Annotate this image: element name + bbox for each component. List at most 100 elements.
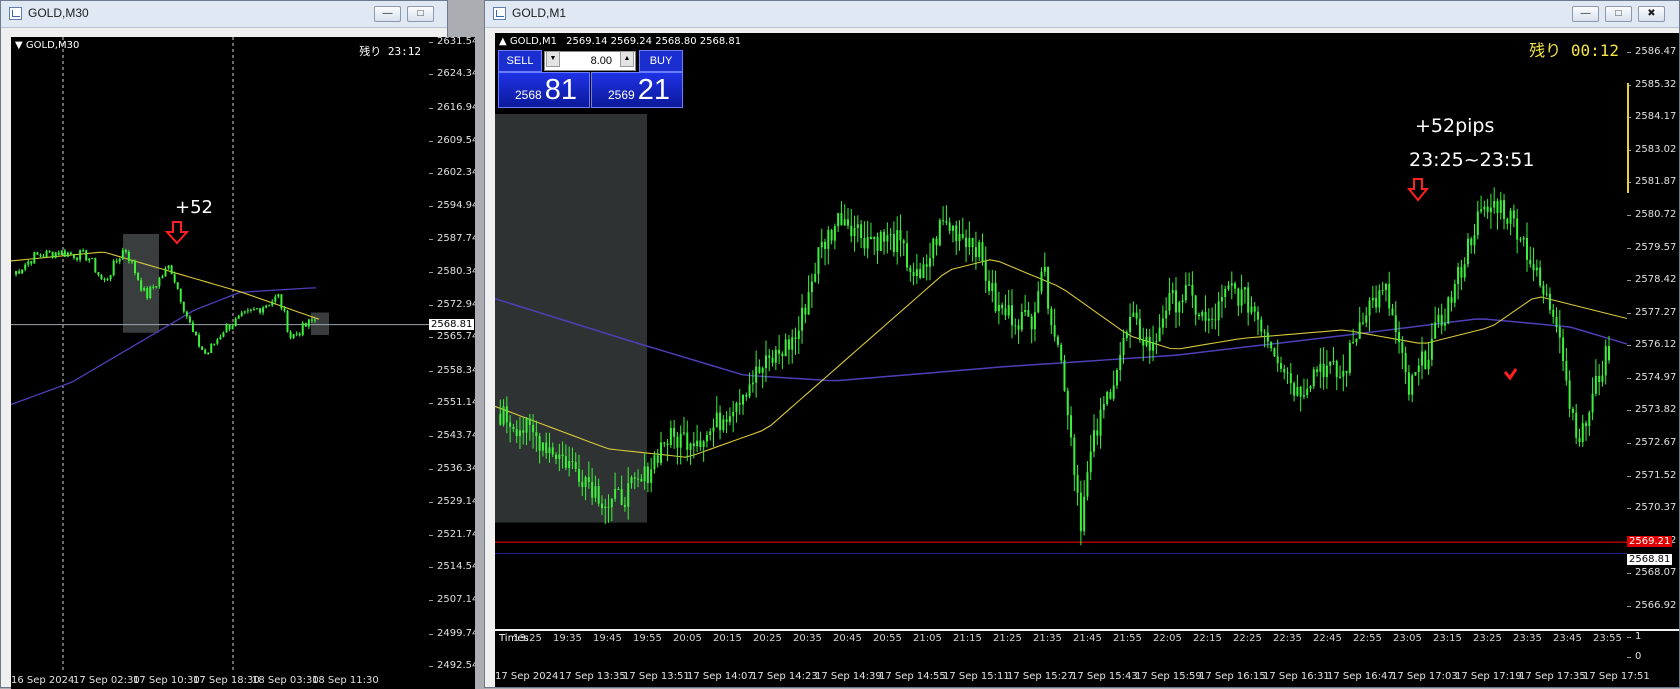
candle-body bbox=[1535, 267, 1538, 271]
candle-body bbox=[118, 258, 121, 262]
candle-body bbox=[283, 308, 286, 311]
minimize-button[interactable]: — bbox=[374, 6, 401, 22]
candle-body bbox=[127, 251, 130, 262]
candle-body bbox=[252, 309, 255, 311]
sell-price-pips: 81 bbox=[544, 74, 577, 106]
collapse-triangle-icon[interactable]: ▲ bbox=[499, 36, 507, 47]
time-tick: 17 Sep 14:55 bbox=[879, 671, 946, 682]
sell-price-button[interactable]: 2568 81 bbox=[498, 72, 590, 108]
time-tick: 16 Sep 2024 bbox=[11, 675, 75, 686]
candle-body bbox=[18, 271, 21, 274]
candle-body bbox=[1188, 284, 1191, 286]
candle-body bbox=[1286, 372, 1289, 374]
candle-body bbox=[876, 236, 879, 251]
price-tick: 2529.14 bbox=[429, 496, 475, 507]
times-tick: 23:15 bbox=[1433, 633, 1462, 644]
candle-body bbox=[228, 324, 231, 330]
candle-body bbox=[1598, 375, 1601, 382]
candle-body bbox=[758, 366, 761, 373]
time-tick: 17 Sep 17:51 bbox=[1583, 671, 1650, 682]
right-price-axis[interactable]: 2586.47 2585.32 2584.17 2583.02 2581.87 2580.… bbox=[1627, 33, 1679, 629]
left-price-axis[interactable]: 2631.54 2624.34 2616.94 2609.54 2602.34 2594.… bbox=[429, 37, 475, 673]
candle-body bbox=[69, 252, 72, 254]
candle-body bbox=[1053, 325, 1056, 337]
candle-body bbox=[817, 247, 820, 274]
candle-body bbox=[860, 224, 863, 239]
times-tick: 21:55 bbox=[1113, 633, 1142, 644]
candle-body bbox=[883, 231, 886, 242]
price-tick: 2573.82 bbox=[1627, 404, 1677, 416]
candle-body bbox=[1020, 312, 1023, 330]
candle-body bbox=[1322, 363, 1325, 377]
candle-body bbox=[699, 440, 702, 448]
candle-body bbox=[1545, 293, 1548, 295]
maximize-button[interactable]: □ bbox=[407, 6, 434, 22]
times-subwindow[interactable]: Times 13:25 19:35 19:45 19:55 20:05 20:15 20:2… bbox=[495, 631, 1627, 667]
candle-body bbox=[1135, 312, 1138, 319]
candle-body bbox=[1102, 404, 1105, 410]
time-tick: 17 Sep 16:31 bbox=[1263, 671, 1330, 682]
collapse-triangle-icon[interactable]: ▼ bbox=[15, 40, 23, 51]
time-tick: 17 Sep 15:43 bbox=[1071, 671, 1138, 682]
candle-body bbox=[167, 265, 170, 269]
sell-button[interactable]: SELL bbox=[498, 50, 542, 72]
candle-body bbox=[1335, 360, 1338, 378]
candle-body bbox=[1473, 235, 1476, 246]
candle-body bbox=[541, 442, 544, 451]
candle-body bbox=[722, 419, 725, 431]
right-title-bar[interactable]: GOLD,M1 — □ ✖ bbox=[485, 1, 1679, 28]
one-click-trading-panel[interactable]: SELL 8.00 ▼ ▲ BUY 2568 81 2569 21 bbox=[498, 50, 684, 108]
candle-body bbox=[271, 301, 274, 306]
candle-body bbox=[958, 234, 961, 242]
candle-body bbox=[922, 264, 925, 278]
minimize-button[interactable]: — bbox=[1572, 6, 1599, 22]
left-title-bar[interactable]: GOLD,M30 — □ bbox=[1, 1, 447, 28]
right-chart-plot[interactable]: ▲ GOLD,M1 2569.14 2569.24 2568.80 2568.8… bbox=[495, 33, 1627, 629]
candle-body bbox=[784, 339, 787, 357]
candle-body bbox=[134, 261, 136, 274]
candle-body bbox=[512, 426, 515, 430]
candle-body bbox=[1548, 293, 1551, 310]
times-tick: 20:15 bbox=[713, 633, 742, 644]
candle-body bbox=[525, 418, 528, 433]
candle-body bbox=[1470, 238, 1473, 246]
candle-body bbox=[771, 357, 774, 363]
candle-body bbox=[873, 236, 876, 239]
lot-increase-icon[interactable]: ▲ bbox=[620, 51, 634, 67]
candle-body bbox=[1060, 344, 1063, 361]
price-tick: 2558.34 bbox=[429, 365, 475, 376]
candle-body bbox=[289, 331, 292, 338]
left-time-axis[interactable]: 16 Sep 2024 17 Sep 02:30 17 Sep 10:30 17 Se… bbox=[11, 673, 475, 689]
lot-decrease-icon[interactable]: ▼ bbox=[546, 51, 560, 67]
close-button[interactable]: ✖ bbox=[1638, 6, 1665, 22]
candle-body bbox=[191, 322, 194, 332]
right-chart-window[interactable]: GOLD,M1 — □ ✖ ▲ GOLD,M1 2569.14 2569.24 … bbox=[484, 0, 1680, 688]
candle-body bbox=[1056, 336, 1059, 345]
candle-body bbox=[997, 304, 1000, 312]
candle-body bbox=[686, 432, 689, 450]
time-tick: 17 Sep 2024 bbox=[495, 671, 559, 682]
buy-price-button[interactable]: 2569 21 bbox=[591, 72, 683, 108]
candle-body bbox=[640, 478, 643, 482]
candle-body bbox=[1004, 308, 1007, 316]
buy-button[interactable]: BUY bbox=[639, 50, 683, 72]
candle-body bbox=[1532, 264, 1535, 271]
candle-body bbox=[216, 339, 219, 344]
candle-body bbox=[1158, 327, 1161, 342]
candle-body bbox=[1558, 326, 1561, 338]
candle-body bbox=[1443, 323, 1446, 326]
left-chart-window[interactable]: GOLD,M30 — □ ▼ GOLD,M30 残り 23:12 +52 263… bbox=[0, 0, 475, 689]
right-time-axis[interactable]: 17 Sep 2024 17 Sep 13:35 17 Sep 13:51 17 Se… bbox=[495, 667, 1679, 687]
candle-body bbox=[201, 346, 204, 350]
candle-body bbox=[1411, 375, 1414, 395]
price-tick: 2574.97 bbox=[1627, 371, 1677, 383]
left-chart-plot[interactable]: ▼ GOLD,M30 残り 23:12 +52 bbox=[11, 37, 429, 673]
left-price-chart bbox=[11, 37, 429, 673]
price-tick: 2583.02 bbox=[1627, 143, 1677, 155]
sub-scale-bottom: 0 bbox=[1627, 651, 1642, 662]
candle-body bbox=[1257, 311, 1260, 320]
candle-body bbox=[225, 324, 228, 333]
candle-body bbox=[528, 418, 531, 425]
maximize-button[interactable]: □ bbox=[1605, 6, 1632, 22]
candle-body bbox=[755, 366, 758, 383]
